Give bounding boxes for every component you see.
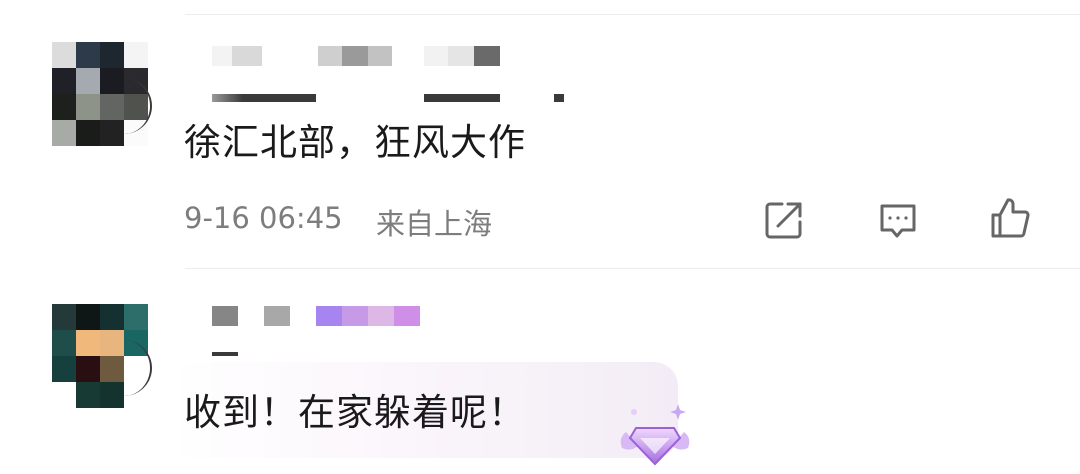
top-divider: [185, 14, 1080, 15]
comment-text: 收到！在家躲着呢！: [184, 391, 526, 434]
like-icon: [991, 198, 1030, 238]
share-icon: [765, 202, 802, 239]
like-button[interactable]: [982, 190, 1038, 246]
comment-icon: [880, 204, 916, 238]
comment-date: 9-16 06:45: [184, 201, 343, 235]
comment-text: 徐汇北部，狂风大作: [184, 121, 526, 164]
share-button[interactable]: [756, 192, 812, 248]
comment-location: 来自上海: [376, 207, 493, 241]
comment-divider: [185, 268, 1080, 269]
gem-badge-icon: [620, 404, 690, 466]
comment-button[interactable]: [870, 192, 926, 248]
